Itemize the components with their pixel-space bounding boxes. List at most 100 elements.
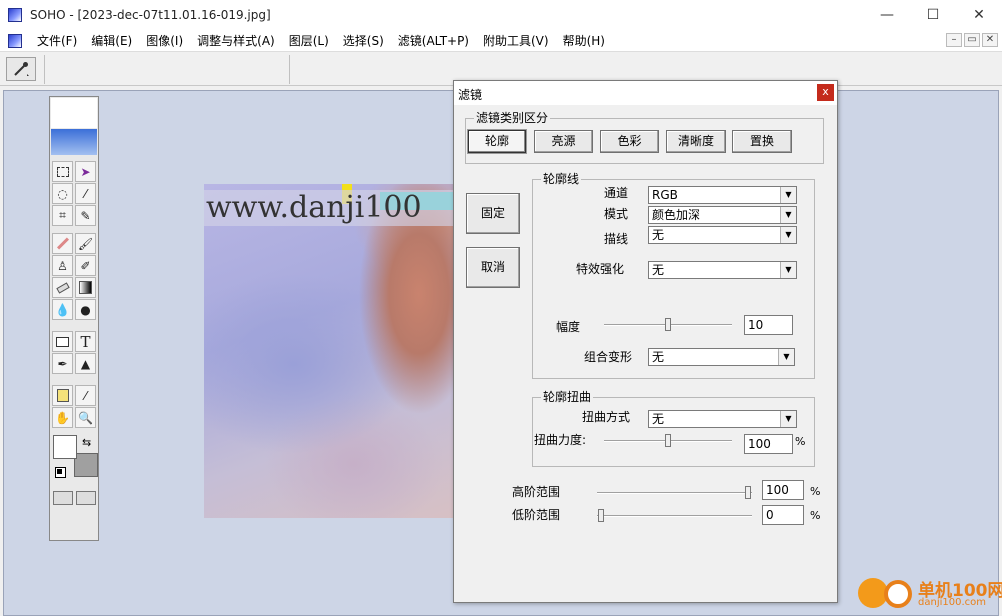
logo-icon (884, 580, 912, 608)
dialog-title-bar[interactable]: 滤镜 x (454, 81, 837, 105)
eyedropper-tool[interactable]: ✎ (75, 205, 96, 226)
smudge-icon: ✐ (80, 258, 91, 273)
stamp-tool[interactable]: ♙ (52, 255, 73, 276)
background-color-swatch[interactable] (74, 453, 98, 477)
current-tool-selector[interactable] (6, 57, 36, 81)
tab-color[interactable]: 色彩 (600, 130, 659, 153)
toolbar-divider (44, 55, 45, 84)
menu-adjust[interactable]: 调整与样式(A) (190, 30, 282, 52)
low-range-input[interactable]: 0 (762, 505, 804, 525)
slider-thumb[interactable] (598, 509, 604, 522)
text-tool[interactable]: T (75, 331, 96, 352)
crop-tool[interactable]: ⌗ (52, 205, 73, 226)
eraser-tool[interactable] (52, 277, 73, 298)
distort-strength-slider[interactable] (604, 434, 732, 448)
rectangle-icon (56, 336, 69, 347)
lasso-tool[interactable]: ◌ (52, 183, 73, 204)
high-range-input[interactable]: 100 (762, 480, 804, 500)
combo-transform-select[interactable]: 无 ▼ (648, 348, 795, 366)
mdi-close-button[interactable]: ✕ (982, 33, 998, 47)
amplitude-slider[interactable] (604, 318, 732, 332)
menu-help[interactable]: 帮助(H) (556, 30, 612, 52)
channel-select[interactable]: RGB ▼ (648, 186, 797, 204)
blur-tool[interactable]: 💧 (52, 299, 73, 320)
path-select-tool[interactable]: ▲ (75, 353, 96, 374)
tab-light-source[interactable]: 亮源 (534, 130, 593, 153)
chevron-down-icon: ▼ (778, 349, 794, 365)
magic-wand-tool[interactable]: ⁄ (75, 183, 96, 204)
effect-label: 特效强化 (576, 262, 625, 276)
note-tool[interactable] (52, 385, 73, 406)
distort-mode-select[interactable]: 无 ▼ (648, 410, 797, 428)
menu-file[interactable]: 文件(F) (30, 30, 84, 52)
dialog-close-button[interactable]: x (817, 84, 834, 101)
mdi-controls: – ▭ ✕ (946, 33, 998, 47)
palette-header[interactable] (51, 98, 97, 128)
color-picker-tool[interactable]: ⁄ (75, 385, 96, 406)
magic-wand-icon: ⁄ (84, 186, 87, 201)
eraser-icon (55, 281, 70, 294)
eyedropper-icon (14, 62, 29, 76)
shape-tool[interactable] (52, 331, 73, 352)
zoom-tool[interactable]: 🔍 (75, 407, 96, 428)
tab-contour[interactable]: 轮廓 (468, 130, 526, 153)
channel-value: RGB (652, 188, 678, 202)
stroke-label: 描线 (604, 232, 629, 246)
move-icon: ➤ (80, 164, 91, 179)
high-range-slider[interactable] (597, 486, 752, 500)
arrow-icon: ▲ (80, 356, 91, 371)
standard-mode-button[interactable] (53, 491, 73, 505)
mdi-minimize-button[interactable]: – (946, 33, 962, 47)
menu-image[interactable]: 图像(I) (139, 30, 190, 52)
burn-tool[interactable]: ● (75, 299, 96, 320)
low-range-slider[interactable] (597, 509, 752, 523)
menu-layer[interactable]: 图层(L) (282, 30, 336, 52)
minimize-button[interactable]: — (864, 0, 910, 30)
foreground-color-swatch[interactable] (53, 435, 77, 459)
pencil-tool[interactable] (52, 233, 73, 254)
pen-tool[interactable]: ✒ (52, 353, 73, 374)
slider-thumb[interactable] (665, 318, 671, 331)
slider-thumb[interactable] (665, 434, 671, 447)
menu-bar: 文件(F) 编辑(E) 图像(I) 调整与样式(A) 图层(L) 选择(S) 滤… (0, 30, 1002, 52)
stroke-select[interactable]: 无 ▼ (648, 226, 797, 244)
app-icon (8, 8, 22, 22)
distort-strength-input[interactable]: 100 (744, 434, 793, 454)
menu-tools[interactable]: 附助工具(V) (476, 30, 556, 52)
move-tool[interactable]: ➤ (75, 161, 96, 182)
menu-edit[interactable]: 编辑(E) (84, 30, 139, 52)
tab-clarity[interactable]: 清晰度 (666, 130, 726, 153)
group-label: 轮廓线 (541, 172, 582, 186)
close-button[interactable]: ✕ (956, 0, 1002, 30)
cancel-button[interactable]: 取消 (466, 247, 520, 288)
default-colors-icon[interactable] (55, 467, 66, 478)
gradient-tool[interactable] (75, 277, 96, 298)
channel-label: 通道 (604, 186, 629, 200)
rect-select-tool[interactable] (52, 161, 73, 182)
burn-icon: ● (80, 302, 91, 317)
document-icon[interactable] (8, 33, 22, 48)
screen-mode-button[interactable] (76, 491, 96, 505)
tab-displace[interactable]: 置换 (732, 130, 792, 153)
menu-select[interactable]: 选择(S) (336, 30, 391, 52)
menu-filter[interactable]: 滤镜(ALT+P) (391, 30, 476, 52)
mode-select[interactable]: 颜色加深 ▼ (648, 206, 797, 224)
mode-value: 颜色加深 (652, 208, 701, 222)
filter-dialog: 滤镜 x 滤镜类别区分 轮廓 亮源 色彩 清晰度 置换 固定 取消 轮廓线 通道… (453, 80, 838, 603)
maximize-button[interactable]: ☐ (910, 0, 956, 30)
mdi-restore-button[interactable]: ▭ (964, 33, 980, 47)
amplitude-input[interactable]: 10 (744, 315, 793, 335)
smudge-tool[interactable]: ✐ (75, 255, 96, 276)
slider-thumb[interactable] (745, 486, 751, 499)
hand-tool[interactable]: ✋ (52, 407, 73, 428)
effect-select[interactable]: 无 ▼ (648, 261, 797, 279)
combo-transform-value: 无 (652, 350, 665, 364)
hand-icon: ✋ (55, 410, 70, 425)
brush-tool[interactable]: 🖌 (75, 233, 96, 254)
text-icon: T (80, 332, 91, 351)
swap-colors-icon[interactable]: ⇆ (82, 436, 91, 449)
fix-button[interactable]: 固定 (466, 193, 520, 234)
effect-value: 无 (652, 263, 665, 277)
logo-url: danji100.com (918, 597, 986, 608)
image-canvas[interactable]: www.danji100 (204, 184, 454, 518)
